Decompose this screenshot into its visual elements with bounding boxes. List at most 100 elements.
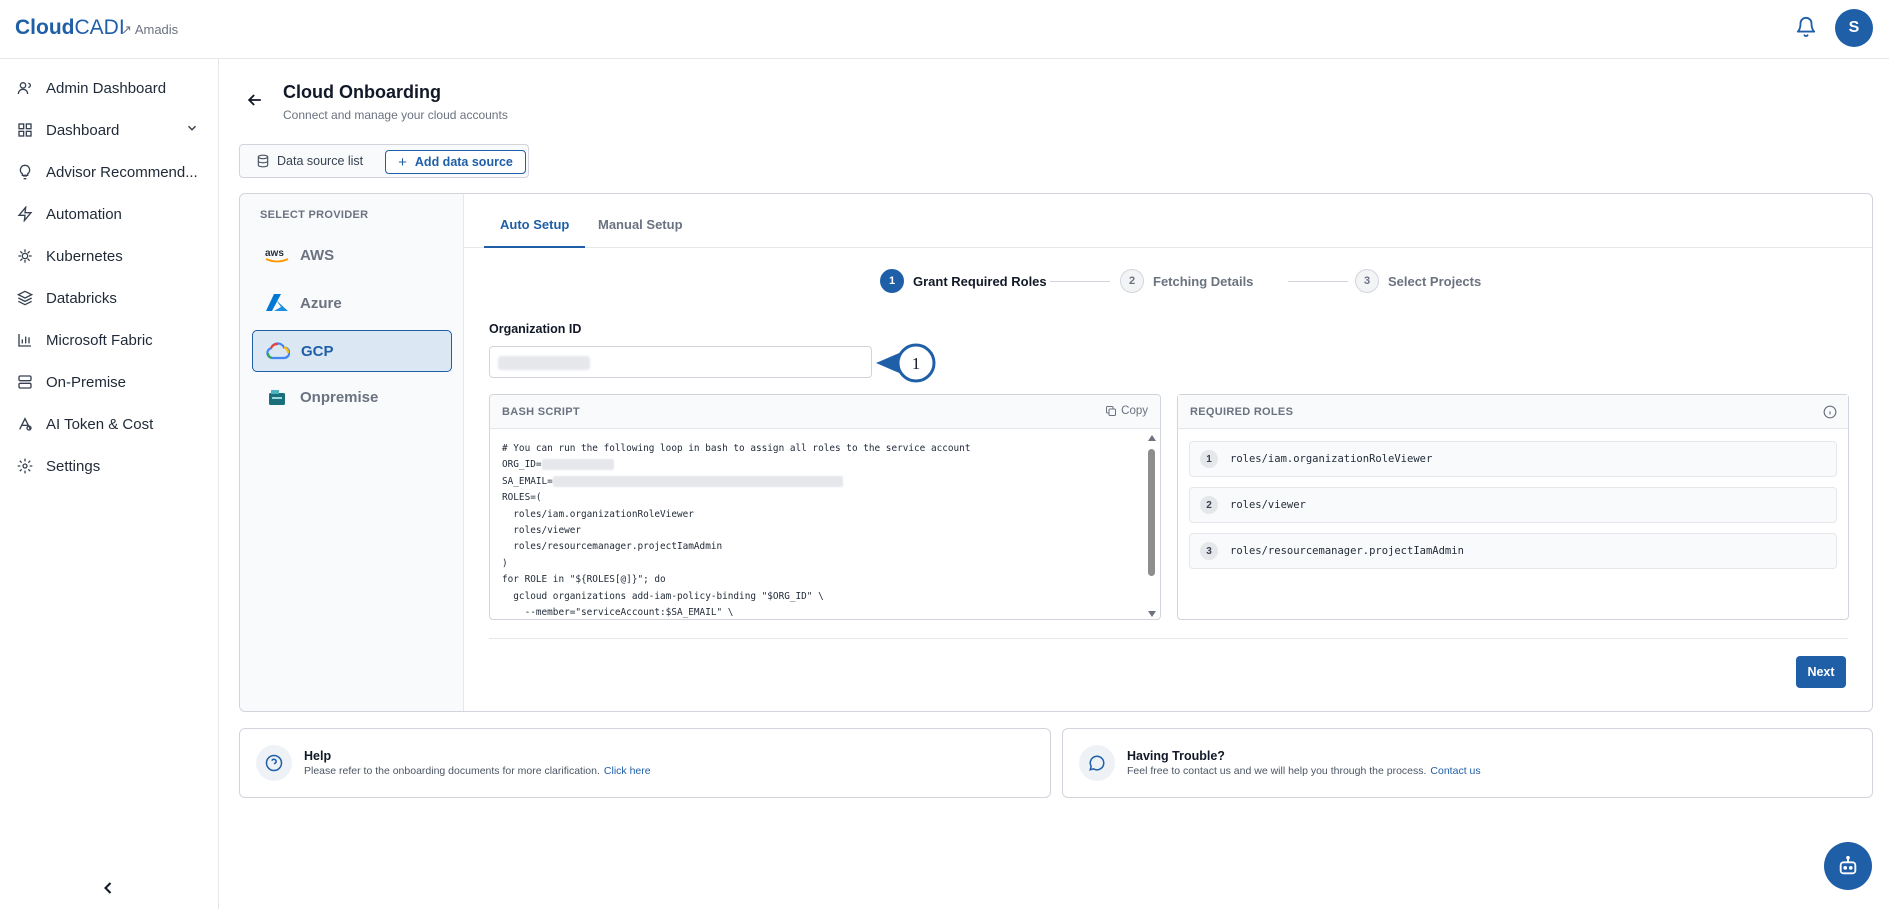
sidebar-item-automation[interactable]: Automation: [14, 199, 209, 229]
step-label: Select Projects: [1388, 273, 1482, 289]
step-connector: [1288, 281, 1348, 282]
role-item: 1 roles/iam.organizationRoleViewer: [1189, 441, 1837, 477]
chevron-down-icon[interactable]: [185, 121, 199, 135]
collapse-sidebar-icon[interactable]: [98, 878, 118, 898]
stepper: 1 Grant Required Roles 2 Fetching Detail…: [880, 269, 1580, 295]
sidebar-item-microsoft-fabric[interactable]: Microsoft Fabric: [14, 325, 209, 355]
divider: [489, 638, 1848, 639]
redacted-value: [541, 459, 614, 471]
step-number: 1: [880, 269, 904, 293]
back-arrow-icon[interactable]: [245, 90, 265, 110]
copy-icon: [1106, 406, 1117, 416]
sidebar-item-label: Databricks: [46, 289, 117, 307]
bolt-icon: [14, 203, 36, 225]
provider-azure[interactable]: Azure: [252, 282, 452, 324]
help-icon: [256, 745, 292, 781]
data-source-list-button[interactable]: Data source list: [256, 154, 363, 168]
code-line: roles/resourcemanager.projectIamAdmin: [502, 541, 723, 553]
users-icon: [14, 77, 36, 99]
bar-chart-icon: [14, 329, 36, 351]
bash-script-code[interactable]: # You can run the following loop in bash…: [502, 441, 970, 619]
next-button[interactable]: Next: [1796, 656, 1846, 688]
step-select-projects: 3 Select Projects: [1355, 269, 1481, 293]
svg-text:1: 1: [912, 354, 921, 373]
provider-gcp[interactable]: GCP: [252, 330, 452, 372]
chat-icon: [1079, 745, 1115, 781]
svg-text:aws: aws: [265, 248, 284, 259]
contact-us-link[interactable]: Contact us: [1430, 765, 1480, 777]
copy-button[interactable]: Copy: [1105, 405, 1148, 417]
sidebar-item-label: On-Premise: [46, 373, 127, 391]
provider-onpremise[interactable]: Onpremise: [252, 376, 452, 418]
sidebar-item-settings[interactable]: Settings: [14, 451, 209, 481]
step-number: 3: [1355, 269, 1379, 293]
add-data-source-button[interactable]: + Add data source: [385, 150, 526, 174]
azure-icon: [264, 292, 290, 314]
sidebar-item-on-premise[interactable]: On-Premise: [14, 367, 209, 397]
grid-icon: [14, 119, 36, 141]
scrollbar-thumb[interactable]: [1148, 449, 1155, 576]
org-id-label: Organization ID: [489, 322, 582, 336]
code-line: roles/viewer: [502, 525, 582, 537]
org-name[interactable]: ↗ Amadis: [121, 22, 178, 38]
plus-icon: +: [398, 153, 407, 171]
gear-icon: [14, 455, 36, 477]
code-line: roles/iam.organizationRoleViewer: [502, 508, 694, 520]
lightbulb-icon: [14, 161, 36, 183]
required-roles-title: REQUIRED ROLES: [1190, 406, 1294, 418]
role-item: 2 roles/viewer: [1189, 487, 1837, 523]
sidebar-item-dashboard[interactable]: Dashboard: [14, 115, 209, 145]
aws-icon: aws: [264, 244, 290, 266]
code-line: --member="serviceAccount:$SA_EMAIL" \: [502, 607, 734, 619]
helm-icon: [14, 245, 36, 267]
avatar[interactable]: S: [1835, 9, 1873, 47]
bell-icon[interactable]: [1795, 16, 1817, 38]
chatbot-button[interactable]: [1824, 842, 1872, 890]
onpremise-icon: [264, 386, 290, 408]
ai-token-icon: [14, 413, 36, 435]
annotation-marker: 1: [876, 343, 936, 383]
provider-panel: SELECT PROVIDER aws AWS Azure GCP Onprem…: [240, 194, 464, 711]
data-source-toolbar: Data source list + Add data source: [239, 144, 529, 178]
step-grant-roles: 1 Grant Required Roles: [880, 269, 1047, 293]
sidebar-item-label: Settings: [46, 457, 101, 475]
sidebar-item-label: AI Token & Cost: [46, 415, 154, 433]
org-id-input[interactable]: [489, 346, 872, 378]
onboarding-card: SELECT PROVIDER aws AWS Azure GCP Onprem…: [239, 193, 1873, 712]
redacted-value: [498, 356, 590, 370]
code-line: SA_EMAIL=: [502, 474, 970, 490]
sidebar-item-label: Dashboard: [46, 121, 120, 139]
tab-manual-setup[interactable]: Manual Setup: [582, 212, 699, 248]
sidebar-item-admin-dashboard[interactable]: Admin Dashboard: [14, 73, 209, 103]
step-label: Grant Required Roles: [913, 273, 1047, 289]
role-number: 3: [1200, 542, 1218, 560]
help-link[interactable]: Click here: [604, 765, 651, 777]
role-number: 2: [1200, 496, 1218, 514]
gcp-icon: [265, 340, 291, 362]
sidebar-item-databricks[interactable]: Databricks: [14, 283, 209, 313]
sidebar: Admin Dashboard Dashboard Advisor Recomm…: [0, 59, 219, 909]
sidebar-item-kubernetes[interactable]: Kubernetes: [14, 241, 209, 271]
sidebar-item-ai-token-cost[interactable]: AI Token & Cost: [14, 409, 209, 439]
code-line: ): [502, 557, 508, 569]
code-line: gcloud organizations add-iam-policy-bind…: [502, 590, 824, 602]
role-item: 3 roles/resourcemanager.projectIamAdmin: [1189, 533, 1837, 569]
tab-auto-setup[interactable]: Auto Setup: [484, 212, 586, 248]
app-logo[interactable]: CloudCADI: [15, 16, 125, 40]
role-name: roles/resourcemanager.projectIamAdmin: [1230, 545, 1464, 557]
page-title: Cloud Onboarding: [283, 82, 441, 102]
sidebar-item-label: Admin Dashboard: [46, 79, 167, 97]
info-icon[interactable]: [1823, 405, 1837, 419]
code-line: ROLES=(: [502, 492, 542, 504]
role-name: roles/viewer: [1230, 499, 1306, 511]
sidebar-item-label: Kubernetes: [46, 247, 123, 265]
sidebar-item-advisor[interactable]: Advisor Recommend...: [14, 157, 209, 187]
provider-aws[interactable]: aws AWS: [252, 234, 452, 276]
external-link-icon: ↗: [121, 22, 132, 37]
trouble-title: Having Trouble?: [1127, 749, 1225, 763]
page-subtitle: Connect and manage your cloud accounts: [283, 108, 508, 122]
sidebar-item-label: Advisor Recommend...: [46, 163, 198, 181]
help-card: Help Please refer to the onboarding docu…: [239, 728, 1051, 798]
code-line: for ROLE in "${ROLES[@]}"; do: [502, 574, 666, 586]
setup-tabs: Auto Setup Manual Setup: [464, 194, 1872, 248]
